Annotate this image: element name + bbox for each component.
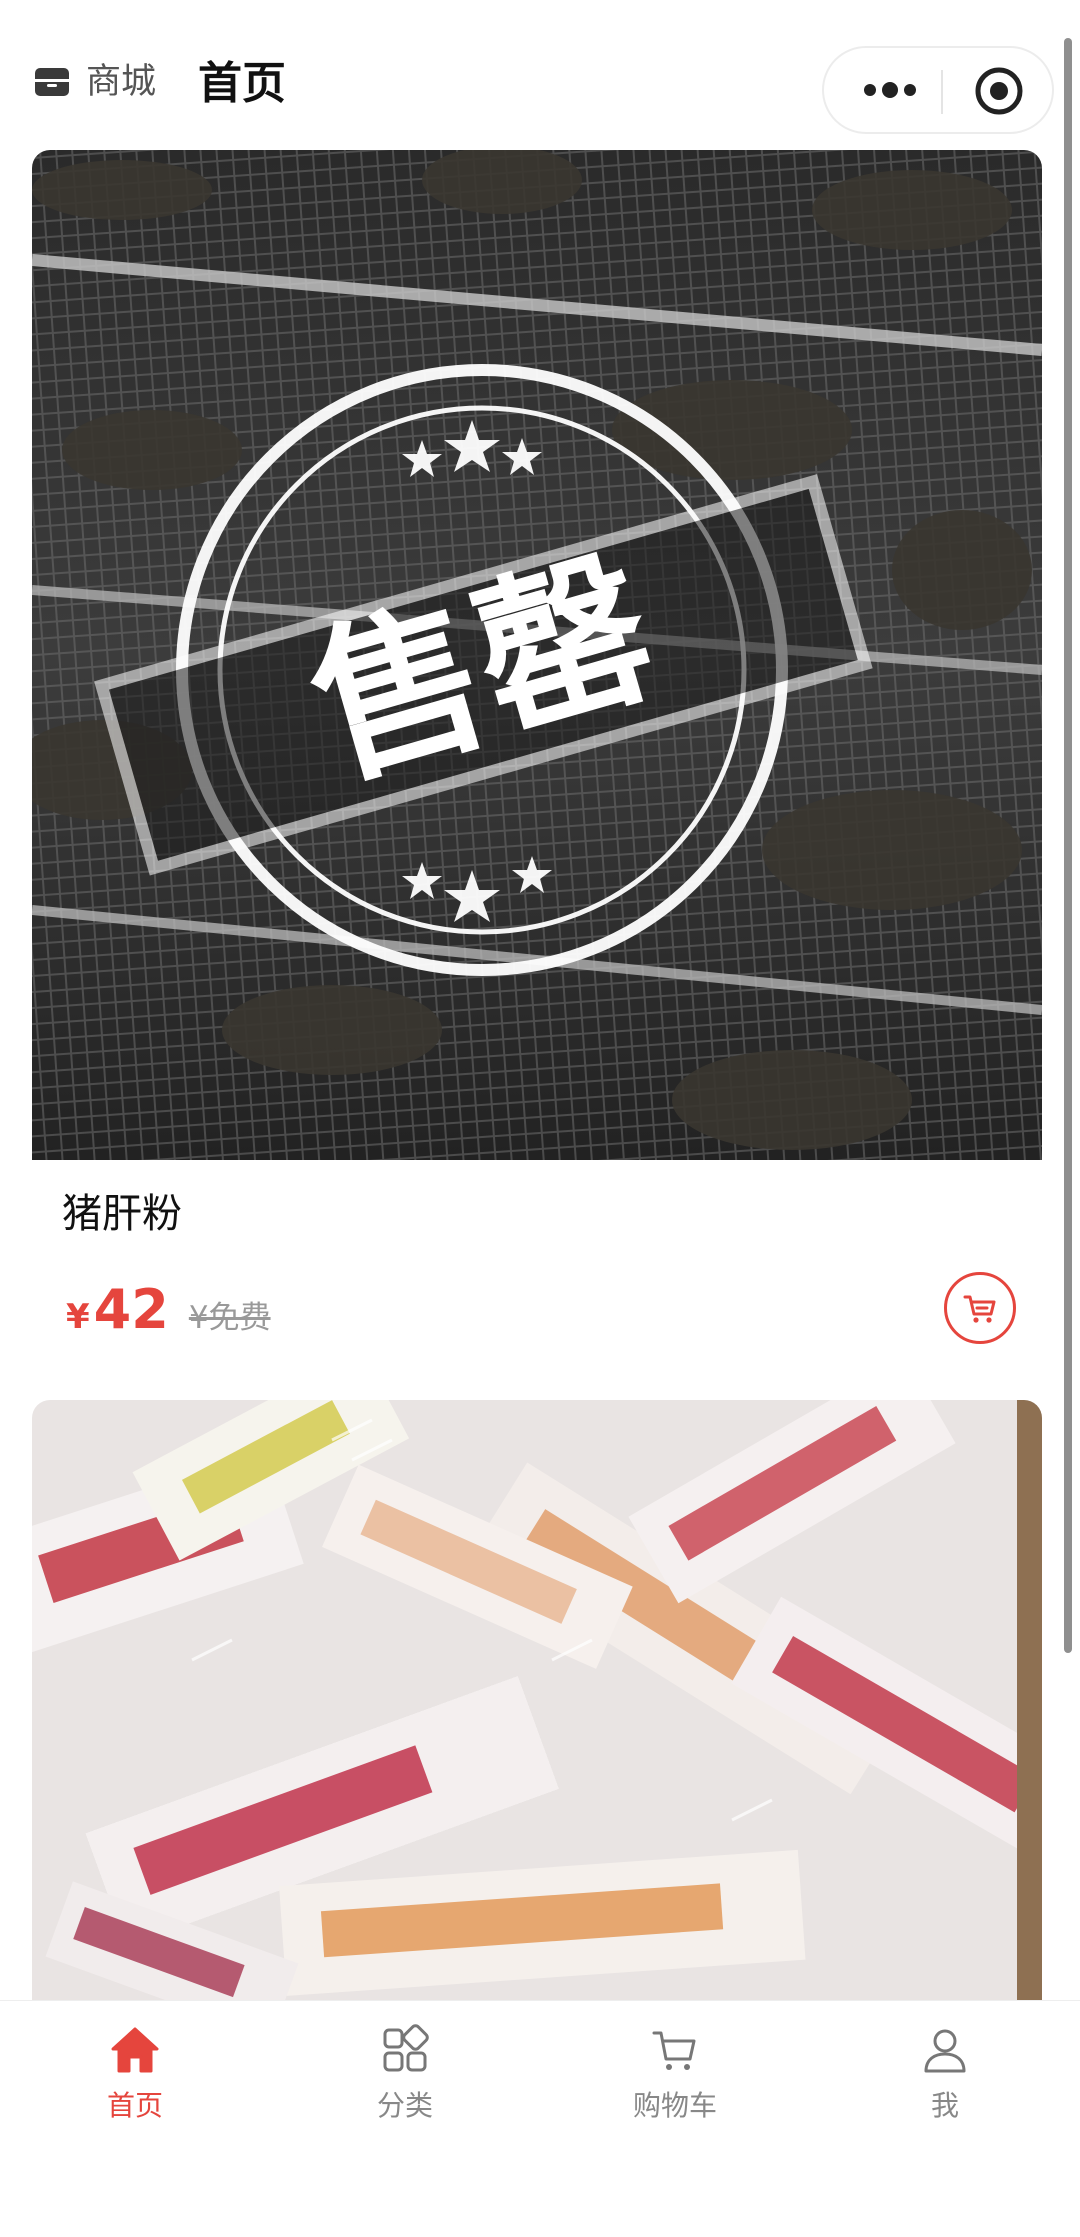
product-card[interactable]: 售罄 猪肝粉 ¥ 42 ¥免费 <box>32 150 1042 1380</box>
store-brand[interactable]: 商城 <box>32 62 156 102</box>
product-name[interactable]: 猪肝粉 <box>62 1190 182 1238</box>
page-title: 首页 <box>198 58 286 109</box>
sold-out-product-photo: 售罄 <box>32 150 1042 1160</box>
more-dots-icon[interactable] <box>860 74 920 106</box>
product-image[interactable] <box>32 1400 1042 2000</box>
product-card[interactable] <box>32 1400 1042 2000</box>
tab-home[interactable]: 首页 <box>0 2023 270 2123</box>
user-icon <box>924 2029 966 2073</box>
cart-icon <box>963 1295 996 1323</box>
fruit-sticks-photo <box>32 1400 1042 2000</box>
tab-label: 分类 <box>376 2089 433 2122</box>
home-icon <box>111 2027 159 2073</box>
shop-icon <box>35 68 69 96</box>
tab-cart[interactable]: 购物车 <box>540 2023 810 2123</box>
tab-category[interactable]: 分类 <box>270 2023 540 2123</box>
price-currency: ¥ <box>66 1297 90 1337</box>
price-value: 42 <box>93 1278 169 1341</box>
tab-bar: 首页 分类 购物车 我 <box>0 2000 1080 2237</box>
scrollbar[interactable] <box>1064 38 1072 1653</box>
cart-icon <box>652 2031 696 2070</box>
miniprogram-capsule <box>822 46 1054 134</box>
tab-label: 我 <box>930 2089 959 2122</box>
category-icon <box>383 2024 429 2072</box>
page: 商城 首页 售罄 猪肝粉 ¥ 42 ¥免费 首页 分类 购物车 我 <box>0 0 1080 2237</box>
close-miniprogram-icon[interactable] <box>973 65 1025 117</box>
product-image[interactable]: 售罄 <box>32 150 1042 1160</box>
tab-label: 首页 <box>106 2089 163 2122</box>
add-to-cart-button[interactable] <box>944 1272 1016 1344</box>
tab-profile[interactable]: 我 <box>810 2023 1080 2123</box>
price-row: ¥ 42 ¥免费 <box>66 1278 271 1341</box>
navigation-bar: 商城 首页 <box>0 0 1080 150</box>
capsule-divider <box>941 70 943 114</box>
original-price: ¥免费 <box>188 1300 271 1336</box>
tab-label: 购物车 <box>632 2089 717 2122</box>
store-label: 商城 <box>86 61 157 102</box>
